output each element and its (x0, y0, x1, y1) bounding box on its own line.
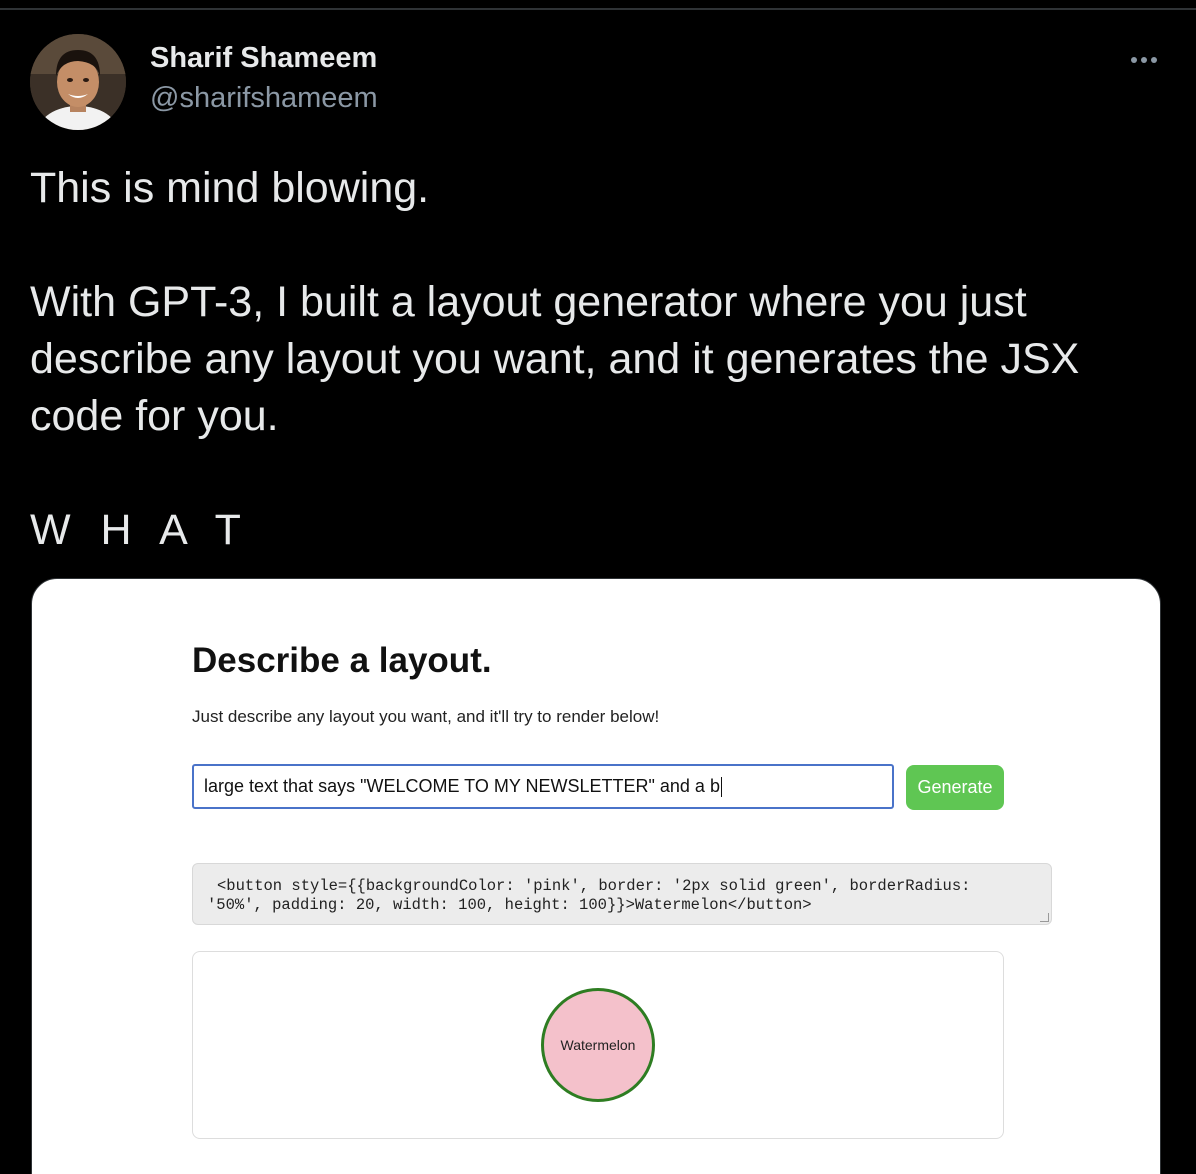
text-caret (720, 776, 722, 797)
avatar[interactable] (30, 34, 126, 130)
top-divider (0, 0, 1196, 10)
tweet-text-line: This is mind blowing. (30, 164, 430, 212)
layout-description-input[interactable]: large text that says "WELCOME TO MY NEWS… (192, 764, 894, 809)
tweet-text-line: code for you. (30, 392, 279, 440)
tweet-text-line: W H A T (30, 506, 250, 554)
author-display-name[interactable]: Sharif Shameem (150, 42, 377, 75)
code-line: '50%', padding: 20, width: 100, height: … (207, 896, 812, 914)
input-value: large text that says "WELCOME TO MY NEWS… (204, 776, 720, 796)
tweet-text-line: With GPT-3, I built a layout generator w… (30, 278, 1027, 326)
author-handle[interactable]: @sharifshameem (150, 82, 378, 115)
render-preview: Watermelon (192, 951, 1004, 1139)
avatar-image (30, 34, 126, 130)
code-line: <button style={{backgroundColor: 'pink',… (217, 877, 971, 895)
watermelon-button[interactable]: Watermelon (541, 988, 655, 1102)
more-options-icon[interactable] (1124, 46, 1164, 74)
app-heading: Describe a layout. (192, 641, 492, 680)
tweet-media[interactable]: Describe a layout. Just describe any lay… (31, 578, 1161, 1174)
tweet-text: This is mind blowing. With GPT-3, I buil… (30, 160, 1180, 559)
tweet-text-line: describe any layout you want, and it gen… (30, 335, 1080, 383)
generated-code-textarea[interactable]: <button style={{backgroundColor: 'pink',… (192, 863, 1052, 925)
generate-button[interactable]: Generate (906, 765, 1004, 810)
app-subheading: Just describe any layout you want, and i… (192, 707, 660, 726)
resize-handle-icon[interactable] (1040, 913, 1049, 922)
